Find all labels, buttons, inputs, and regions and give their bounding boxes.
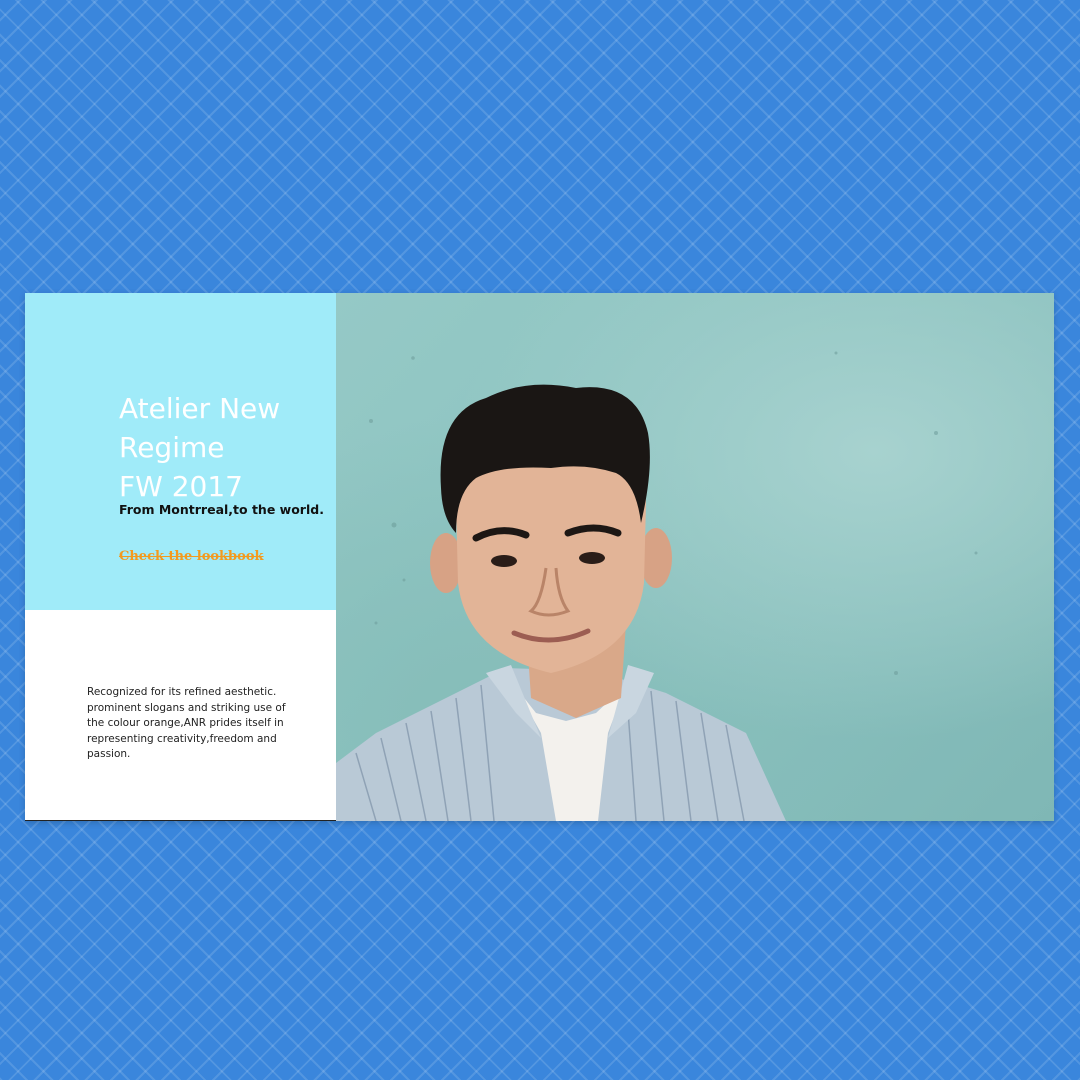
hero-panel: Atelier New Regime FW 2017 From Montrrea… <box>25 293 336 610</box>
hero-title-line-1: Atelier New <box>119 392 281 425</box>
hero-card: Atelier New Regime FW 2017 From Montrrea… <box>25 293 1054 821</box>
hero-photo <box>336 293 1054 821</box>
description-panel: Recognized for its refined aesthetic. pr… <box>25 610 336 821</box>
hero-title-line-2: Regime <box>119 431 225 464</box>
lookbook-link[interactable]: Check the lookbook <box>119 549 264 564</box>
portrait-illustration <box>336 351 978 821</box>
hero-left-column: Atelier New Regime FW 2017 From Montrrea… <box>25 293 336 821</box>
description-text: Recognized for its refined aesthetic. pr… <box>87 686 286 760</box>
hero-title-line-3: FW 2017 <box>119 470 243 503</box>
hero-subtitle: From Montrreal,to the world. <box>119 502 324 517</box>
hero-title: Atelier New Regime FW 2017 <box>119 389 280 506</box>
